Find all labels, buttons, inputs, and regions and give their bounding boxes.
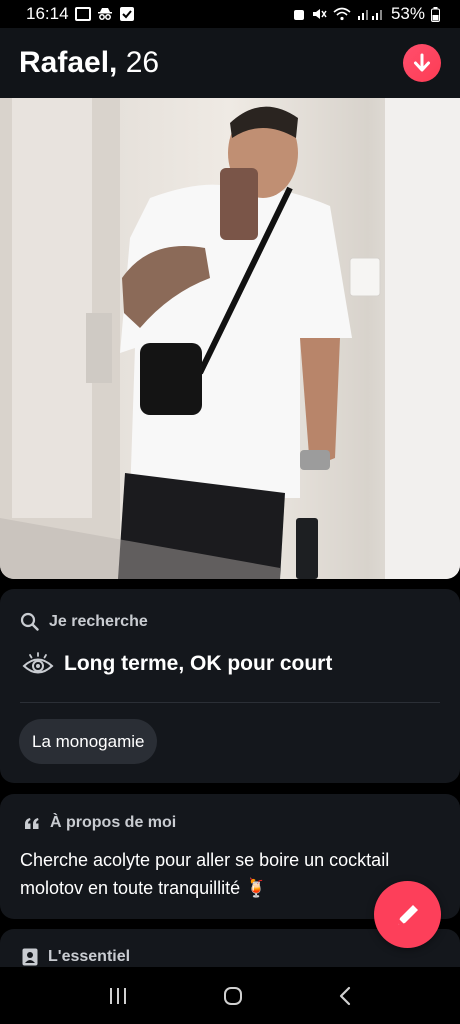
relationship-goal: Long terme, OK pour court [22, 651, 332, 677]
checkbox-icon [119, 7, 134, 21]
search-icon [20, 612, 39, 631]
relationship-goal-text: Long terme, OK pour court [64, 652, 333, 675]
profile-name: Rafael, [19, 46, 118, 79]
about-heading-text: À propos de moi [50, 814, 177, 831]
profile-photo-illustration [0, 98, 460, 579]
eye-icon [22, 652, 54, 674]
collapse-profile-button[interactable] [403, 44, 441, 82]
lock-icon [293, 10, 304, 20]
incognito-icon [97, 8, 112, 20]
gallery-icon [74, 7, 91, 21]
mute-icon [312, 9, 327, 19]
status-bar: 16:14 53% [0, 0, 460, 28]
id-card-icon [22, 948, 38, 966]
edit-button[interactable] [374, 881, 441, 948]
battery-icon [431, 6, 440, 22]
about-text: Cherche acolyte pour aller se boire un c… [20, 850, 390, 898]
signal-icon [357, 10, 382, 20]
system-nav-bar [0, 967, 460, 1024]
pencil-icon [397, 904, 418, 925]
arrow-down-icon [414, 53, 430, 72]
monogamy-chip: La monogamie [19, 719, 158, 764]
profile-title: Rafael, 26 [19, 46, 159, 80]
status-left: 16:14 [26, 4, 135, 24]
essentials-heading: L'essentiel [22, 948, 130, 966]
profile-age: 26 [125, 46, 160, 79]
back-icon[interactable] [338, 986, 352, 1006]
status-time: 16:14 [26, 4, 69, 23]
recent-apps-icon[interactable] [108, 987, 128, 1005]
divider [20, 702, 440, 703]
essentials-heading-text: L'essentiel [48, 948, 131, 965]
wifi-icon [333, 7, 351, 21]
battery-percent: 53% [390, 4, 425, 23]
looking-for-heading: Je recherche [20, 612, 148, 631]
profile-photo[interactable] [0, 98, 460, 579]
quote-icon [25, 817, 39, 829]
profile-header: Rafael, 26 [0, 28, 460, 98]
status-right: 53% [293, 4, 440, 24]
home-icon[interactable] [223, 986, 243, 1006]
about-heading: À propos de moi [24, 814, 176, 832]
looking-for-heading-text: Je recherche [49, 612, 148, 630]
looking-for-card: Je recherche Long terme, OK pour court L… [0, 589, 460, 783]
